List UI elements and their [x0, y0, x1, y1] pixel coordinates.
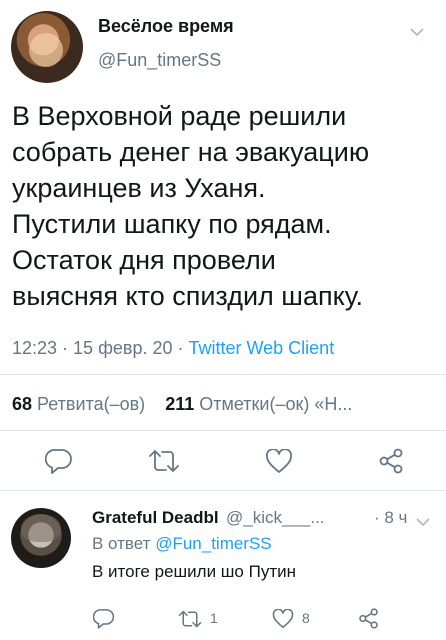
share-icon [359, 608, 378, 629]
reply-menu-button[interactable] [416, 514, 430, 532]
likes-count: 211 [165, 394, 195, 414]
chevron-down-icon [416, 518, 430, 527]
divider [0, 490, 446, 491]
likes-stat[interactable]: 211 Отметки(–ок) «Н... [165, 394, 352, 414]
tweet-text-line: собрать денег на эвакуацию [12, 137, 370, 167]
reply-share-button[interactable] [358, 608, 379, 634]
tweet-client-link[interactable]: Twitter Web Client [188, 338, 334, 358]
reply-author-name[interactable]: Grateful Deadbl [92, 508, 219, 528]
tweet-text-line: Пустили шапку по рядам. [12, 209, 332, 239]
retweets-stat[interactable]: 68 Ретвита(–ов) [12, 394, 145, 414]
reply-actions: 1 8 [0, 608, 446, 632]
replying-to-label: В ответ [92, 534, 151, 553]
reply-reply-button[interactable] [92, 608, 115, 634]
like-button[interactable] [265, 448, 293, 479]
share-button[interactable] [378, 448, 404, 479]
tweet-meta: 12:23 · 15 февр. 20 · Twitter Web Client [12, 338, 334, 359]
heart-icon [266, 448, 292, 473]
reply-author-handle[interactable]: @_kick___... [226, 508, 325, 528]
tweet-text-line: В Верховной раде решили [12, 101, 347, 131]
tweet-menu-button[interactable] [410, 24, 424, 42]
reply-text: В итоге решили шо Путин [92, 562, 296, 581]
author-handle[interactable]: @Fun_timerSS [98, 50, 221, 71]
tweet-stats: 68 Ретвита(–ов) 211 Отметки(–ок) «Н... [12, 394, 352, 415]
reply-button[interactable] [44, 448, 73, 479]
tweet-actions [0, 446, 446, 476]
reply-like-button[interactable] [272, 608, 294, 634]
likes-label: Отметки(–ок) «Н... [199, 394, 353, 414]
heart-icon [272, 608, 294, 629]
retweets-count: 68 [12, 394, 33, 414]
divider [0, 430, 446, 431]
tweet-text-line: выясняя кто спиздил шапку. [12, 281, 364, 311]
author-avatar[interactable] [11, 11, 83, 83]
chevron-down-icon [410, 28, 424, 37]
reply-author-avatar[interactable] [11, 508, 71, 568]
reply-retweet-button[interactable] [178, 609, 202, 634]
divider [0, 374, 446, 375]
retweet-icon [178, 610, 202, 628]
reply-icon [44, 449, 72, 474]
reply-timestamp: · 8 ч [374, 508, 408, 527]
tweet-text-line: Остаток дня провели [12, 245, 276, 275]
tweet-text-line: украинцев из Уханя. [12, 173, 266, 203]
reply-likes-count: 8 [302, 610, 310, 626]
replying-to: В ответ @Fun_timerSS [92, 534, 272, 554]
reply-icon [92, 609, 115, 629]
tweet-timestamp: 12:23 · 15 февр. 20 · [12, 338, 189, 358]
retweets-label: Ретвита(–ов) [37, 394, 146, 414]
author-name[interactable]: Весёлое время [98, 16, 234, 37]
retweet-icon [149, 450, 179, 472]
tweet-text: В Верховной раде решили собрать денег на… [12, 98, 437, 314]
retweet-button[interactable] [148, 448, 180, 479]
replying-to-handle[interactable]: @Fun_timerSS [155, 534, 271, 553]
reply-retweets-count: 1 [210, 610, 218, 626]
share-icon [379, 448, 403, 474]
